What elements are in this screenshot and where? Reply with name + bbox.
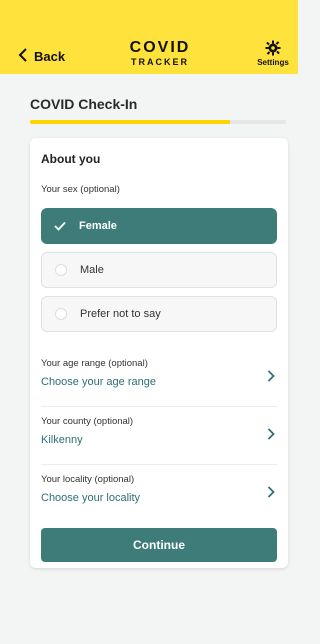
- chevron-right-icon: [267, 428, 275, 440]
- chevron-right-icon: [267, 370, 275, 382]
- check-icon: [53, 221, 67, 231]
- age-range-label: Your age range (optional): [41, 358, 148, 369]
- option-label: Male: [80, 264, 104, 276]
- locality-value: Choose your locality: [41, 492, 141, 504]
- age-range-value: Choose your age range: [41, 376, 156, 388]
- age-range-row[interactable]: Your age range (optional) Choose your ag…: [41, 358, 277, 404]
- app-logo: COVID TRACKER: [120, 40, 200, 67]
- option-label: Prefer not to say: [80, 308, 161, 320]
- radio-icon: [55, 308, 67, 320]
- app-header: Back COVID TRACKER Settings: [0, 0, 298, 74]
- continue-button[interactable]: Continue: [41, 528, 277, 562]
- settings-button[interactable]: Settings: [254, 40, 292, 67]
- gear-icon: [254, 40, 292, 56]
- divider: [41, 464, 277, 465]
- county-row[interactable]: Your county (optional) Kilkenny: [41, 416, 277, 462]
- divider: [41, 406, 277, 407]
- county-label: Your county (optional): [41, 416, 134, 427]
- option-label: Female: [79, 220, 117, 232]
- radio-icon: [55, 264, 67, 276]
- progress-bar: [30, 120, 286, 124]
- progress-fill: [30, 120, 230, 124]
- locality-row[interactable]: Your locality (optional) Choose your loc…: [41, 474, 277, 520]
- sex-option-female[interactable]: Female: [41, 208, 277, 244]
- back-button[interactable]: Back: [18, 46, 65, 66]
- page-title: COVID Check-In: [30, 96, 138, 112]
- back-label: Back: [34, 48, 66, 64]
- logo-line-2: TRACKER: [131, 57, 189, 67]
- chevron-right-icon: [267, 486, 275, 498]
- sex-option-male[interactable]: Male: [41, 252, 277, 288]
- settings-label: Settings: [257, 58, 289, 67]
- about-you-card: About you Your sex (optional) Female Mal…: [30, 138, 288, 568]
- logo-line-1: COVID: [129, 39, 191, 56]
- section-title: About you: [41, 152, 101, 166]
- chevron-left-icon: [18, 47, 28, 65]
- sex-label: Your sex (optional): [41, 184, 120, 195]
- county-value: Kilkenny: [41, 434, 83, 446]
- locality-label: Your locality (optional): [41, 474, 135, 485]
- sex-option-prefer-not-to-say[interactable]: Prefer not to say: [41, 296, 277, 332]
